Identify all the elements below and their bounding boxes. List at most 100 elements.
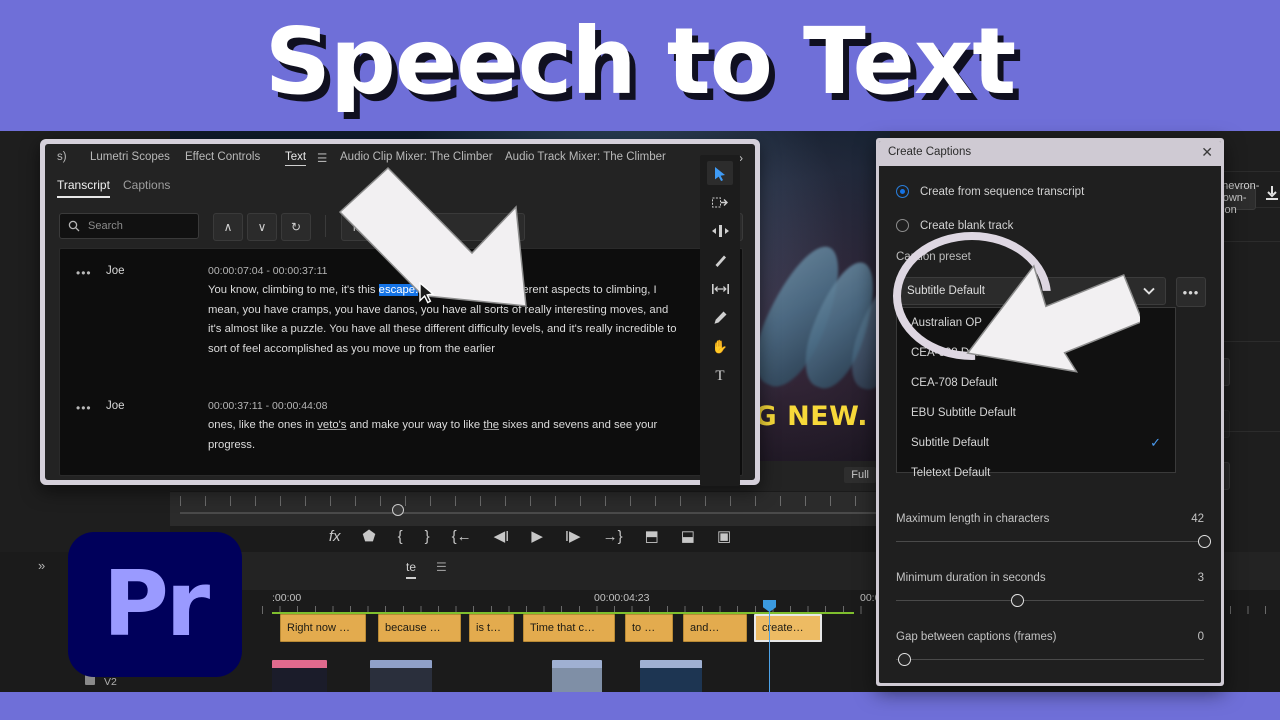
radio-selected-icon[interactable] [896,185,909,198]
track-label-v2: V2 [104,676,117,688]
text-panel-menu-icon[interactable]: ☰ [317,151,327,165]
panel-tab-lumetri-scopes[interactable]: Lumetri Scopes [90,151,170,163]
play-button[interactable]: ▶ [531,527,543,545]
panel-tab-effect-controls[interactable]: Effect Controls [185,151,260,163]
track-select-forward-tool[interactable] [707,190,733,214]
step-forward-button[interactable]: I▶ [565,527,581,545]
selection-tool[interactable] [707,161,733,185]
timeline-playhead[interactable] [769,602,770,694]
max-length-slider-track[interactable] [896,541,1204,542]
timeline-panel-menu-icon[interactable]: ☰ [436,560,447,574]
tab-captions[interactable]: Captions [123,178,170,192]
add-effect-button[interactable]: fx [329,528,341,545]
max-length-slider-knob[interactable] [1198,535,1211,548]
transcript-timecode: 00:00:07:04 - 00:00:37:11 [208,265,328,277]
timeline-sequence-tab[interactable]: te [406,560,417,579]
search-icon [68,220,80,232]
caption-clip[interactable]: is t… [469,614,514,642]
video-clip[interactable] [552,660,602,694]
hand-tool[interactable]: ✋ [707,335,733,359]
max-length-value: 42 [1191,513,1204,525]
option-label: Create from sequence transcript [920,185,1085,198]
razor-tool[interactable] [707,248,733,272]
min-duration-value: 3 [1197,572,1204,584]
caption-clip[interactable]: and… [683,614,747,642]
speaker-name: Joe [106,265,125,277]
search-placeholder: Search [88,220,123,232]
transcript-text-p1: ones, like the ones in [208,419,318,431]
min-duration-slider-track[interactable] [896,600,1204,601]
search-input[interactable]: Search [59,213,199,239]
radio-unselected-icon[interactable] [896,219,909,232]
dropdown-item-teletext-default[interactable]: Teletext Default [897,458,1175,488]
create-captions-dialog: Create Captions ✕ Create from sequence t… [876,138,1224,686]
export-frame-button[interactable]: ▣ [717,527,731,545]
dropdown-item-subtitle-default[interactable]: Subtitle Default ✓ [897,428,1175,458]
panel-tab-s[interactable]: s) [57,151,67,163]
caption-clip-selected[interactable]: create… [754,614,822,642]
next-result-button[interactable]: ∨ [247,213,277,241]
option-label: Create blank track [920,219,1014,232]
video-clip[interactable] [370,660,432,694]
premiere-pro-logo-text: Pr [102,551,210,657]
slip-tool[interactable] [707,277,733,301]
transcript-text-p2: and make your way to like [346,419,484,431]
speaker-name: Joe [106,400,125,412]
ruler-label: :00:00 [272,592,302,604]
pen-tool[interactable] [707,306,733,330]
refresh-transcript-button[interactable]: ↻ [281,213,311,241]
program-monitor-transport: fx ⬟ { } {← ◀I ▶ I▶ →} ⬒ ⬓ ▣ [170,520,890,552]
min-duration-slider-knob[interactable] [1011,594,1024,607]
transcript-text[interactable]: ones, like the ones in veto's and make y… [208,416,678,455]
option-create-blank-track[interactable]: Create blank track [896,219,1013,232]
transcript-text-underline-2: the [483,419,500,431]
gap-slider-knob[interactable] [898,653,911,666]
extract-button[interactable]: ⬓ [681,527,695,545]
option-create-from-sequence-transcript[interactable]: Create from sequence transcript [896,185,1084,198]
min-duration-label: Minimum duration in seconds [896,572,1046,584]
transcript-group-menu-icon[interactable]: ••• [76,266,92,280]
gap-label: Gap between captions (frames) [896,631,1057,643]
video-clip[interactable] [640,660,702,694]
go-to-out-button[interactable]: →} [603,528,623,545]
close-icon[interactable]: ✕ [1201,144,1213,161]
go-to-in-button[interactable]: {← [452,528,472,545]
caption-clip[interactable]: because … [378,614,461,642]
panel-tab-text[interactable]: Text [285,151,307,166]
caption-clip[interactable]: Right now … [280,614,366,642]
chevron-down-icon[interactable] [1143,284,1155,298]
right-panel-dropdown[interactable]: chevron-down-icon [1217,180,1260,216]
scrubbar-playhead-knob[interactable] [392,504,404,516]
mark-in-button[interactable]: { [398,528,403,545]
video-clip[interactable] [272,660,327,694]
ruler-label: 00:00:04:23 [594,592,650,604]
timeline-expand-icon[interactable]: » [38,558,45,573]
download-icon[interactable] [1266,186,1278,203]
create-captions-dialog-body: Create Captions ✕ Create from sequence t… [879,141,1221,683]
lift-button[interactable]: ⬒ [645,527,659,545]
annotation-arrow-transcript [338,166,527,307]
transcript-timecode: 00:00:37:11 - 00:00:44:08 [208,400,328,412]
ripple-edit-tool[interactable] [707,219,733,243]
add-marker-button[interactable]: ⬟ [363,527,376,545]
previous-result-button[interactable]: ∧ [213,213,243,241]
caption-clip[interactable]: to … [625,614,673,642]
dropdown-item-ebu-subtitle-default[interactable]: EBU Subtitle Default [897,398,1175,428]
screenshot-root: G NEW. Full fx ⬟ { } {← ◀I ▶ I▶ →} ⬒ ⬓ ▣ [0,0,1280,720]
type-tool[interactable]: T [707,364,733,388]
annotation-arrow-preset [966,264,1140,373]
transcript-text-underline-1: veto's [317,419,347,431]
step-back-button[interactable]: ◀I [494,527,510,545]
fit-zoom-value[interactable]: Full [844,467,876,483]
tab-transcript[interactable]: Transcript [57,178,110,198]
transcript-group-menu-icon[interactable]: ••• [76,401,92,415]
dialog-title: Create Captions [888,146,972,158]
gap-slider-track[interactable] [896,659,1204,660]
thumbnail-title: Speech to Text [264,8,1016,115]
checkmark-icon: ✓ [1150,435,1161,450]
caption-preset-more-button[interactable]: ••• [1176,277,1206,307]
scrubbar-line [180,512,880,514]
caption-clip[interactable]: Time that c… [523,614,615,642]
timeline-tools-strip: ✋ T [700,155,740,486]
mark-out-button[interactable]: } [425,528,430,545]
